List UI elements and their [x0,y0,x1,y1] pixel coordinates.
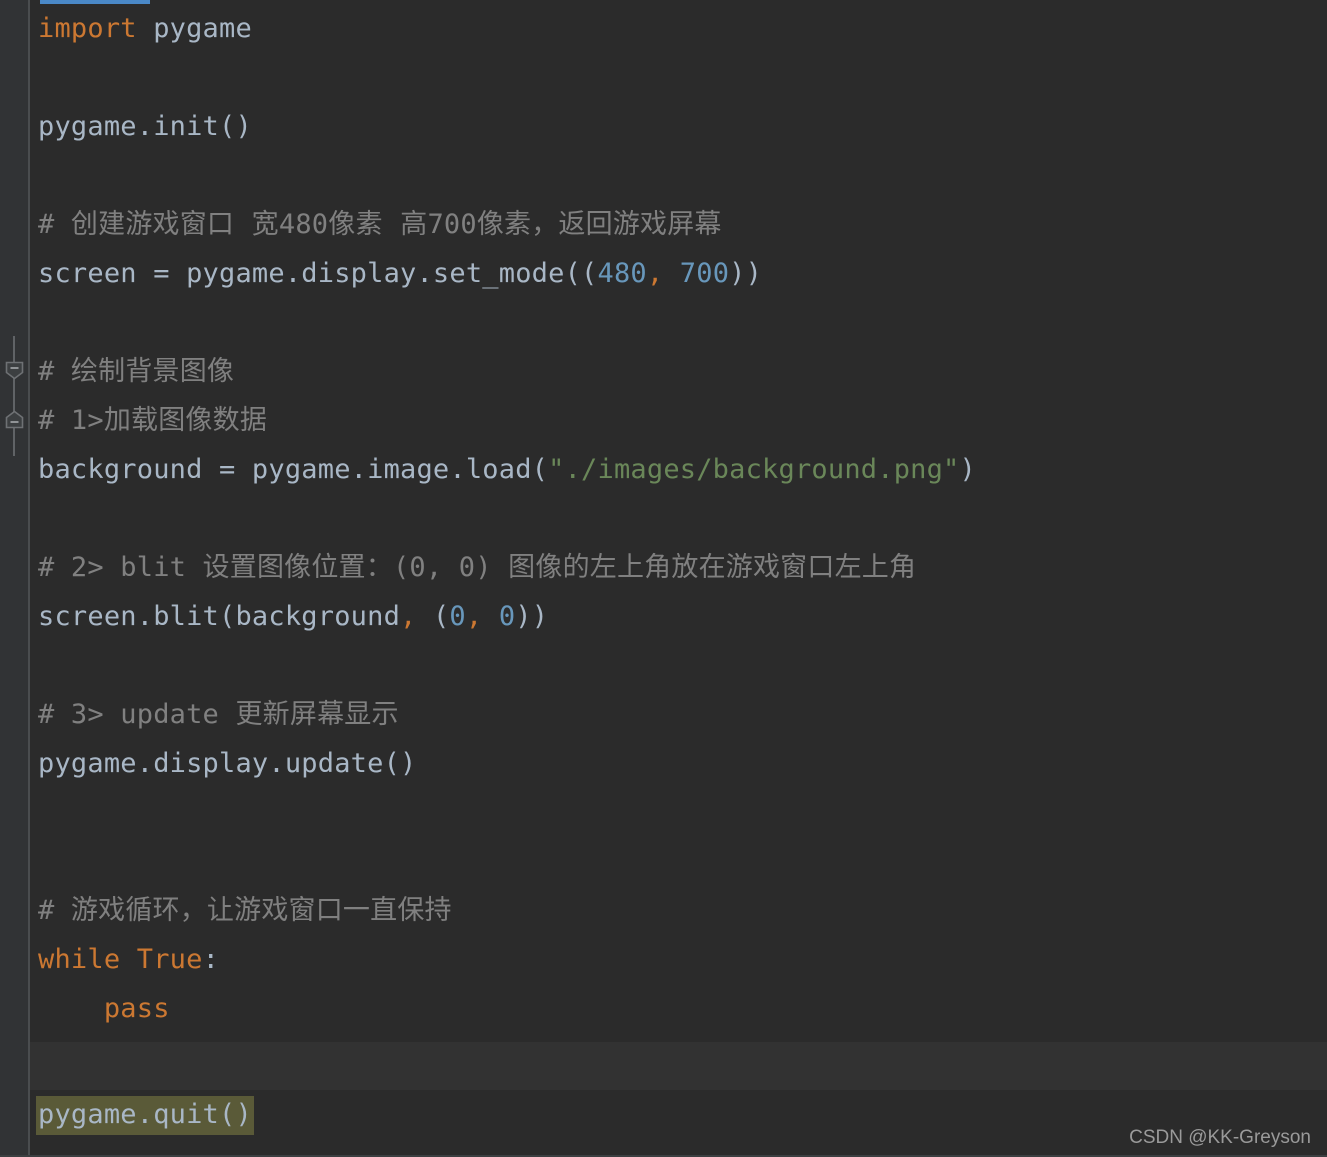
code-line[interactable]: pygame.display.update() [38,739,416,788]
code-token: 像素 高 [328,209,428,240]
code-content[interactable]: import pygame pygame.init() # 创建游戏窗口 宽480像… [0,0,1327,1157]
code-token: pygame.quit() [36,1096,254,1135]
code-token: ( [416,601,450,632]
code-token: (0, 0) [392,552,509,583]
fold-marker-expanded-image-block[interactable] [4,409,25,430]
code-token: True [136,944,203,975]
code-line[interactable]: # 1>加载图像数据 [38,396,267,445]
code-token: 游戏循环，让游戏窗口一直保持 [70,895,452,926]
code-token: , [646,258,664,289]
code-line[interactable]: pygame.init() [38,102,252,151]
code-line[interactable]: background = pygame.image.load("./images… [38,445,976,494]
code-token: pass [103,993,170,1024]
code-line[interactable]: # 绘制背景图像 [38,347,234,396]
code-token: 700 [427,209,477,240]
code-line[interactable]: # 3> update 更新屏幕显示 [38,690,399,739]
code-token: , [465,601,483,632]
code-token: screen = pygame.display.set_mode(( [38,258,598,289]
collapse-icon [5,361,24,380]
code-token: 像素，返回游戏屏幕 [476,209,722,240]
code-token: "./images/background.png" [548,454,960,485]
fold-marker-expanded-comment-block[interactable] [4,360,25,381]
code-line[interactable]: import pygame [38,4,252,53]
code-token: 绘制背景图像 [70,356,235,387]
code-token: 创建游戏窗口 宽 [70,209,279,240]
code-line[interactable]: screen = pygame.display.set_mode((480, 7… [38,249,762,298]
code-token: 480 [597,258,647,289]
code-token: )) [729,258,763,289]
code-line[interactable]: # 创建游戏窗口 宽480像素 高700像素，返回游戏屏幕 [38,200,722,249]
code-token: 加载图像数据 [103,405,268,436]
code-token: , [400,601,417,632]
code-token: # [38,209,71,240]
code-token: # 1> [38,405,104,436]
code-token: 0 [498,601,516,632]
active-tab-underline [40,0,150,4]
code-token: # 2> blit [38,552,203,583]
code-editor: import pygame pygame.init() # 创建游戏窗口 宽480像… [0,0,1327,1157]
code-line[interactable]: pass [38,984,170,1033]
code-token: )) [515,601,549,632]
code-token: 图像的左上角放在游戏窗口左上角 [508,552,917,583]
code-token: 设置图像位置： [202,552,393,583]
code-token: # [38,895,71,926]
code-token: screen.blit(background [38,601,401,632]
code-line[interactable]: screen.blit(background, (0, 0)) [38,592,548,641]
code-token: ) [959,454,976,485]
watermark: CSDN @KK-Greyson [1129,1127,1311,1148]
code-token: : [202,944,220,975]
code-line[interactable]: # 2> blit 设置图像位置：(0, 0) 图像的左上角放在游戏窗口左上角 [38,543,916,592]
collapse-icon [5,410,24,429]
code-line[interactable]: pygame.quit() [36,1090,254,1139]
code-token: # [38,356,71,387]
code-token: 700 [679,258,730,289]
code-token: pygame.init() [38,111,252,142]
code-token: import [38,13,137,44]
code-line[interactable]: # 游戏循环，让游戏窗口一直保持 [38,886,452,935]
code-token: pygame.display.update() [38,748,417,779]
code-token: 480 [278,209,329,240]
code-token: # 3> update [38,699,236,730]
code-token: pygame [136,13,252,44]
code-token: 更新屏幕显示 [235,699,399,730]
code-line[interactable]: while True: [38,935,219,984]
code-token: background = pygame.image.load( [38,454,549,485]
code-token: while [38,944,121,975]
code-token: 0 [449,601,466,632]
